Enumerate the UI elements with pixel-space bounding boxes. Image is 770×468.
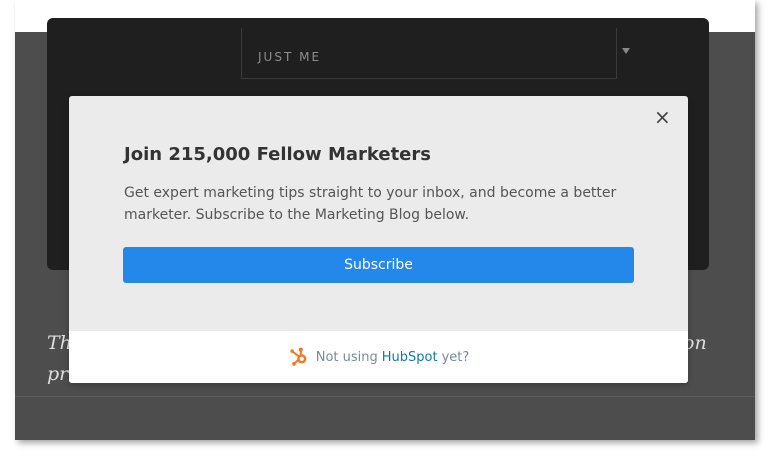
modal-footer: Not using HubSpot yet? (69, 331, 688, 383)
subscribe-button[interactable]: Subscribe (123, 247, 634, 283)
hubspot-sprocket-icon (290, 347, 307, 366)
background-text-fragment: pr (47, 363, 69, 385)
modal-title: Join 215,000 Fellow Marketers (124, 144, 431, 165)
background-select-value: JUST ME (258, 50, 322, 64)
modal-description: Get expert marketing tips straight to yo… (124, 185, 617, 223)
close-icon[interactable]: × (654, 107, 671, 127)
chevron-down-icon (622, 48, 630, 54)
bottom-divider (15, 396, 755, 397)
subscribe-modal: × Join 215,000 Fellow Marketers Get expe… (69, 96, 688, 383)
background-select[interactable]: JUST ME (241, 28, 630, 79)
footer-suffix: yet? (441, 349, 470, 365)
not-using-hubspot-link[interactable]: Not using HubSpot yet? (288, 346, 470, 368)
footer-prefix: Not using (315, 349, 378, 365)
hubspot-brand-link[interactable]: HubSpot (382, 350, 438, 365)
